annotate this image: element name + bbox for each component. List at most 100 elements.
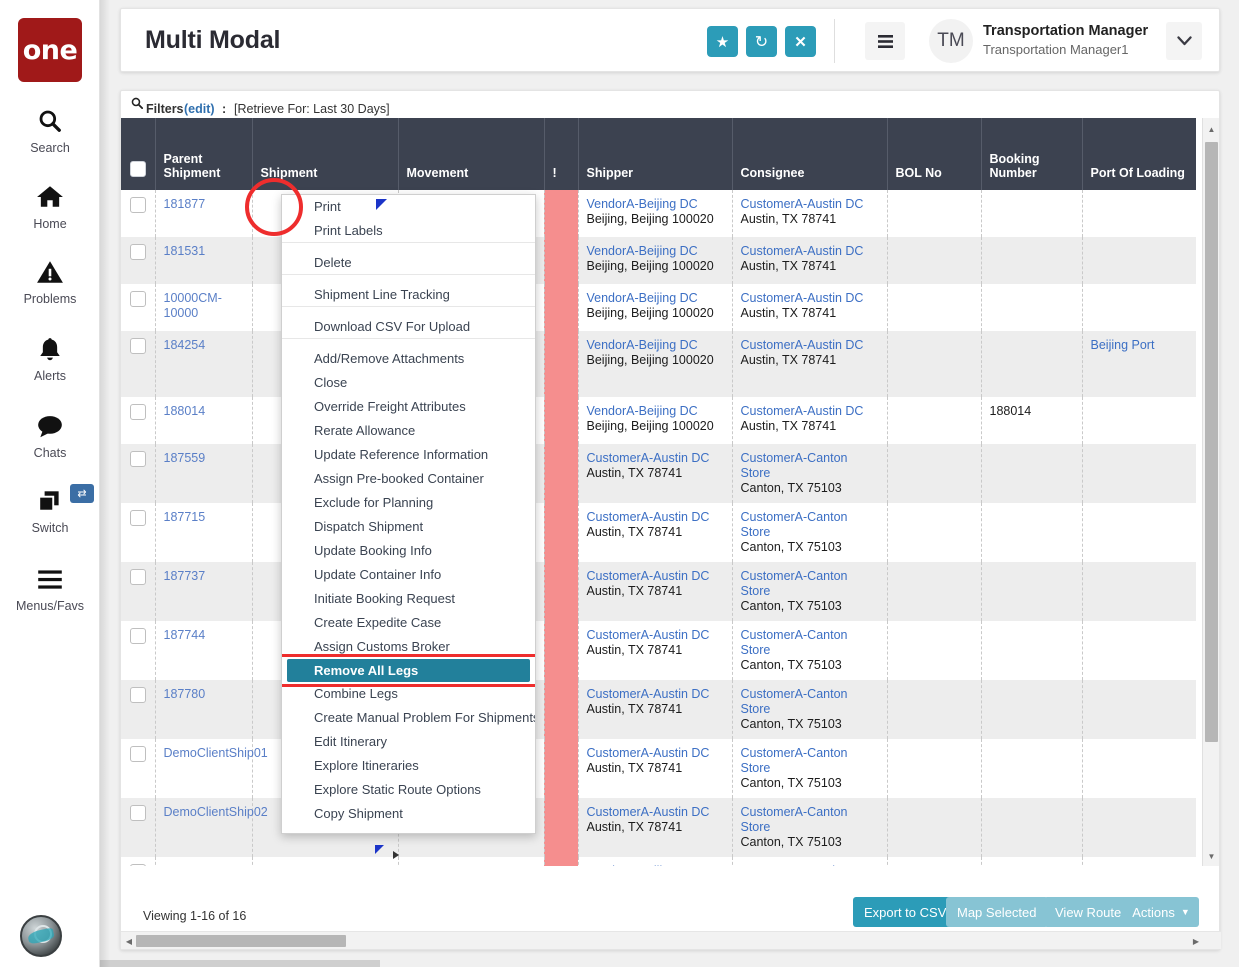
row-checkbox[interactable] xyxy=(130,244,146,260)
consignee-link[interactable]: CustomerA-Canton Store xyxy=(741,569,848,598)
avatar[interactable]: TM xyxy=(929,19,973,63)
horizontal-scroll-thumb[interactable] xyxy=(136,935,346,947)
context-menu-item[interactable]: Update Booking Info xyxy=(282,539,535,563)
column-header-shipper[interactable]: Shipper xyxy=(578,118,732,190)
vertical-scrollbar[interactable]: ▲ ▼ xyxy=(1202,118,1219,866)
export-to-csv-button[interactable]: Export to CSV xyxy=(853,897,957,927)
port-link[interactable]: Beijing Port xyxy=(1091,338,1155,352)
row-checkbox[interactable] xyxy=(130,864,146,866)
column-header-alert[interactable]: ! xyxy=(544,118,578,190)
shipper-link[interactable]: CustomerA-Austin DC xyxy=(587,569,710,583)
context-menu-item[interactable]: Update Container Info xyxy=(282,563,535,587)
column-header-shipment[interactable]: Shipment xyxy=(252,118,398,190)
select-all-checkbox[interactable] xyxy=(130,161,146,177)
context-menu-item[interactable]: Explore Itineraries xyxy=(282,754,535,778)
sidebar-item-alerts[interactable]: Alerts xyxy=(0,332,100,383)
row-checkbox[interactable] xyxy=(130,746,146,762)
scroll-right-arrow[interactable]: ▶ xyxy=(1188,932,1204,950)
context-menu-item[interactable]: Assign Pre-booked Container xyxy=(282,467,535,491)
column-header-consignee[interactable]: Consignee xyxy=(732,118,887,190)
scroll-left-arrow[interactable]: ◀ xyxy=(121,932,137,950)
row-checkbox[interactable] xyxy=(130,569,146,585)
parent-shipment-link[interactable]: DemoClientShip01 xyxy=(164,746,268,760)
consignee-link[interactable]: CustomerA-Austin DC xyxy=(741,197,864,211)
context-menu-item[interactable]: Print Labels xyxy=(282,219,535,243)
context-menu-item[interactable]: Create Expedite Case xyxy=(282,611,535,635)
horizontal-scrollbar[interactable]: ◀ ▶ xyxy=(121,931,1221,949)
parent-shipment-link[interactable]: 187559 xyxy=(164,451,206,465)
consignee-link[interactable]: CustomerA-Canton Store xyxy=(741,746,848,775)
filters-edit-link[interactable]: (edit) xyxy=(184,102,215,116)
context-menu-item[interactable]: Initiate Booking Request xyxy=(282,587,535,611)
sidebar-item-problems[interactable]: Problems xyxy=(0,255,100,306)
parent-shipment-link[interactable]: 181877 xyxy=(164,197,206,211)
row-checkbox[interactable] xyxy=(130,687,146,703)
parent-shipment-link[interactable]: 188014 xyxy=(164,404,206,418)
shipper-link[interactable]: CustomerA-Austin DC xyxy=(587,805,710,819)
column-header-bol-no[interactable]: BOL No xyxy=(887,118,981,190)
actions-button[interactable]: Actions ▼ xyxy=(1123,897,1199,927)
consignee-link[interactable]: CustomerA-Canton Store xyxy=(741,805,848,834)
consignee-link[interactable]: CustomerA-Austin DC xyxy=(741,404,864,418)
user-menu-button[interactable] xyxy=(1166,22,1202,60)
context-menu-item[interactable]: Create Manual Problem For Shipments xyxy=(282,706,535,730)
consignee-link[interactable]: CustomerA-Austin DC xyxy=(741,244,864,258)
context-menu-item-remove-all-legs[interactable]: Remove All Legs xyxy=(287,659,530,682)
parent-shipment-link[interactable]: 184254 xyxy=(164,338,206,352)
context-menu-item[interactable]: Assign Customs Broker xyxy=(282,635,535,659)
context-menu-item[interactable]: Override Freight Attributes xyxy=(282,395,535,419)
shipper-link[interactable]: VendorA-Beijing DC xyxy=(587,291,698,305)
shipper-link[interactable]: CustomerA-Austin DC xyxy=(587,628,710,642)
column-header-booking-number[interactable]: Booking Number xyxy=(981,118,1082,190)
parent-shipment-link[interactable]: DemoClientShip02 xyxy=(164,805,268,819)
consignee-link[interactable]: CustomerA-Austin DC xyxy=(741,864,864,866)
parent-shipment-link[interactable]: 187737 xyxy=(164,569,206,583)
select-all-header[interactable] xyxy=(121,118,155,190)
column-header-movement[interactable]: Movement xyxy=(398,118,544,190)
consignee-link[interactable]: CustomerA-Canton Store xyxy=(741,510,848,539)
context-menu-item[interactable]: Download CSV For Upload xyxy=(282,315,535,339)
parent-shipment-link[interactable]: 10000CM-10000 xyxy=(164,291,222,320)
context-menu-item[interactable]: Edit Itinerary xyxy=(282,730,535,754)
row-checkbox[interactable] xyxy=(130,197,146,213)
shipper-link[interactable]: CustomerA-Austin DC xyxy=(587,510,710,524)
sidebar-item-chats[interactable]: Chats xyxy=(0,409,100,460)
one-logo[interactable]: one xyxy=(18,18,82,82)
context-menu-item[interactable]: Copy Shipment xyxy=(282,802,535,826)
switch-badge-icon[interactable]: ⇄ xyxy=(70,484,94,503)
column-header-parent-shipment[interactable]: Parent Shipment xyxy=(155,118,252,190)
header-menu-button[interactable] xyxy=(865,22,905,60)
shipper-link[interactable]: VendorA-Beijing DC xyxy=(587,244,698,258)
context-menu-item[interactable]: Explore Static Route Options xyxy=(282,778,535,802)
vertical-scroll-thumb[interactable] xyxy=(1205,142,1218,742)
table-row[interactable]: 188458VendorA-Beijing DCBeijing, Beijing… xyxy=(121,857,1196,866)
column-header-port-of-loading[interactable]: Port Of Loading xyxy=(1082,118,1196,190)
shipper-link[interactable]: VendorA-Beijing DC xyxy=(587,864,698,866)
shipper-link[interactable]: CustomerA-Austin DC xyxy=(587,746,710,760)
row-checkbox[interactable] xyxy=(130,451,146,467)
row-checkbox[interactable] xyxy=(130,291,146,307)
consignee-link[interactable]: CustomerA-Austin DC xyxy=(741,291,864,305)
row-checkbox[interactable] xyxy=(130,805,146,821)
sidebar-item-home[interactable]: Home xyxy=(0,180,100,231)
favorite-star-button[interactable]: ★ xyxy=(707,26,738,57)
parent-shipment-link[interactable]: 188458 xyxy=(164,864,206,866)
close-button[interactable]: ✕ xyxy=(785,26,816,57)
view-route-button[interactable]: View Route xyxy=(1044,897,1132,927)
parent-shipment-link[interactable]: 187780 xyxy=(164,687,206,701)
row-checkbox[interactable] xyxy=(130,338,146,354)
shipper-link[interactable]: CustomerA-Austin DC xyxy=(587,451,710,465)
consignee-link[interactable]: CustomerA-Canton Store xyxy=(741,451,848,480)
parent-shipment-link[interactable]: 187715 xyxy=(164,510,206,524)
context-menu-item[interactable]: Close xyxy=(282,371,535,395)
globe-app-icon[interactable] xyxy=(20,915,62,957)
map-selected-button[interactable]: Map Selected xyxy=(946,897,1048,927)
context-menu-item[interactable]: Rerate Allowance xyxy=(282,419,535,443)
context-menu-item[interactable]: Exclude for Planning xyxy=(282,491,535,515)
context-menu-item[interactable]: Shipment Line Tracking xyxy=(282,283,535,307)
row-checkbox[interactable] xyxy=(130,628,146,644)
row-checkbox[interactable] xyxy=(130,510,146,526)
context-menu-item[interactable]: Dispatch Shipment xyxy=(282,515,535,539)
row-checkbox[interactable] xyxy=(130,404,146,420)
context-menu-item[interactable]: Combine Legs xyxy=(282,682,535,706)
